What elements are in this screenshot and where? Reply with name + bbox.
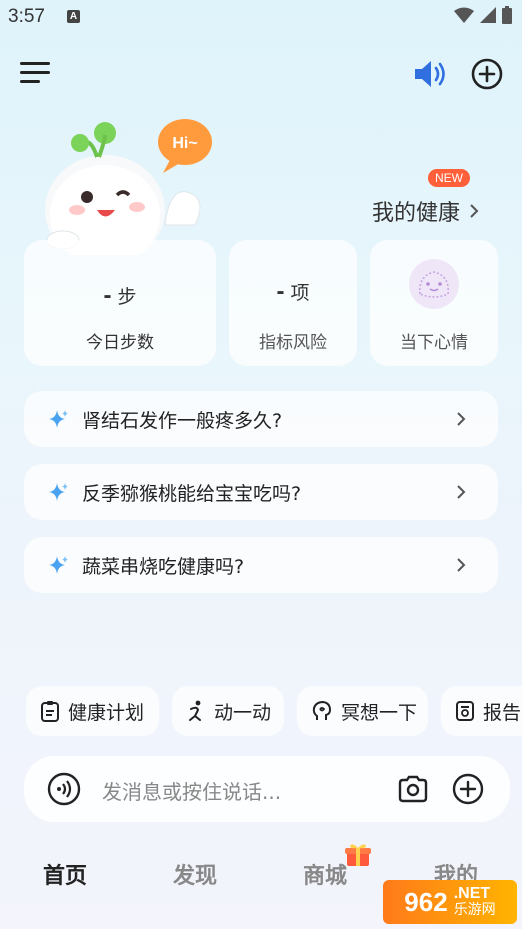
notification-icon: A bbox=[67, 10, 80, 23]
status-time: 3:57 bbox=[8, 6, 45, 27]
hamburger-menu-icon[interactable] bbox=[20, 62, 50, 86]
chevron-right-icon bbox=[470, 204, 479, 218]
watermark-number: 962 bbox=[404, 886, 448, 917]
chip-exercise[interactable]: 动一动 bbox=[172, 686, 284, 736]
chip-label: 动一动 bbox=[214, 701, 272, 724]
nav-mall[interactable]: 商城 bbox=[303, 858, 347, 890]
report-icon bbox=[456, 701, 474, 721]
exercise-icon bbox=[189, 700, 201, 721]
watermark-sub: 乐游网 bbox=[453, 902, 496, 919]
message-input[interactable]: 发消息或按住说话... bbox=[102, 776, 281, 805]
question-item[interactable]: 蔬菜串烧吃健康吗? bbox=[24, 537, 498, 593]
sparkle-icon bbox=[49, 556, 68, 574]
question-item[interactable]: 肾结石发作一般疼多久? bbox=[24, 391, 498, 447]
speech-bubble-text: Hi~ bbox=[172, 135, 197, 152]
mood-card[interactable]: 当下心情 bbox=[370, 240, 498, 366]
chip-label: 报告 bbox=[483, 701, 522, 724]
chevron-right-icon bbox=[457, 412, 466, 426]
plus-circle-icon[interactable] bbox=[471, 58, 503, 90]
signal-icon bbox=[480, 7, 496, 23]
mood-face-icon bbox=[409, 259, 459, 309]
plus-circle-icon[interactable] bbox=[452, 773, 484, 805]
steps-unit: 步 bbox=[117, 286, 137, 308]
question-item[interactable]: 反季猕猴桃能给宝宝吃吗? bbox=[24, 464, 498, 520]
speaker-icon[interactable] bbox=[412, 58, 448, 90]
status-icons bbox=[454, 6, 512, 24]
watermark-suffix: .NET bbox=[453, 885, 491, 903]
new-badge: NEW bbox=[428, 169, 470, 187]
mascot-illustration: Hi~ bbox=[45, 119, 212, 255]
risk-card[interactable]: - 项 指标风险 bbox=[229, 240, 357, 366]
battery-icon bbox=[502, 6, 512, 24]
chip-label: 冥想一下 bbox=[341, 701, 418, 724]
gift-icon bbox=[345, 844, 371, 866]
nav-discover[interactable]: 发现 bbox=[173, 858, 217, 890]
chevron-right-icon bbox=[457, 485, 466, 499]
question-text: 肾结石发作一般疼多久? bbox=[82, 409, 283, 432]
mood-label: 当下心情 bbox=[400, 333, 468, 353]
sparkle-icon bbox=[49, 410, 68, 428]
chip-health-plan[interactable]: 健康计划 bbox=[26, 686, 159, 736]
wifi-icon bbox=[454, 7, 474, 23]
my-health-label: 我的健康 bbox=[372, 201, 461, 226]
nav-home[interactable]: 首页 bbox=[43, 858, 87, 890]
voice-icon[interactable] bbox=[47, 772, 81, 806]
chip-report[interactable]: 报告 bbox=[441, 686, 522, 736]
my-health-link[interactable]: 我的健康 bbox=[372, 195, 480, 227]
clipboard-icon bbox=[41, 701, 59, 722]
risk-value: - bbox=[276, 278, 285, 305]
steps-value: - bbox=[103, 282, 112, 309]
chip-meditation[interactable]: 冥想一下 bbox=[297, 686, 428, 736]
chip-label: 健康计划 bbox=[68, 701, 145, 724]
question-text: 反季猕猴桃能给宝宝吃吗? bbox=[82, 482, 302, 505]
site-watermark: 962 .NET 乐游网 bbox=[383, 880, 517, 924]
risk-unit: 项 bbox=[290, 282, 310, 304]
steps-label: 今日步数 bbox=[86, 333, 154, 353]
steps-card[interactable]: - 步 今日步数 bbox=[24, 240, 216, 366]
camera-icon[interactable] bbox=[397, 773, 429, 805]
meditation-icon bbox=[312, 700, 332, 720]
sparkle-icon bbox=[49, 483, 68, 501]
chevron-right-icon bbox=[457, 558, 466, 572]
risk-label: 指标风险 bbox=[259, 333, 327, 353]
question-text: 蔬菜串烧吃健康吗? bbox=[82, 555, 245, 578]
